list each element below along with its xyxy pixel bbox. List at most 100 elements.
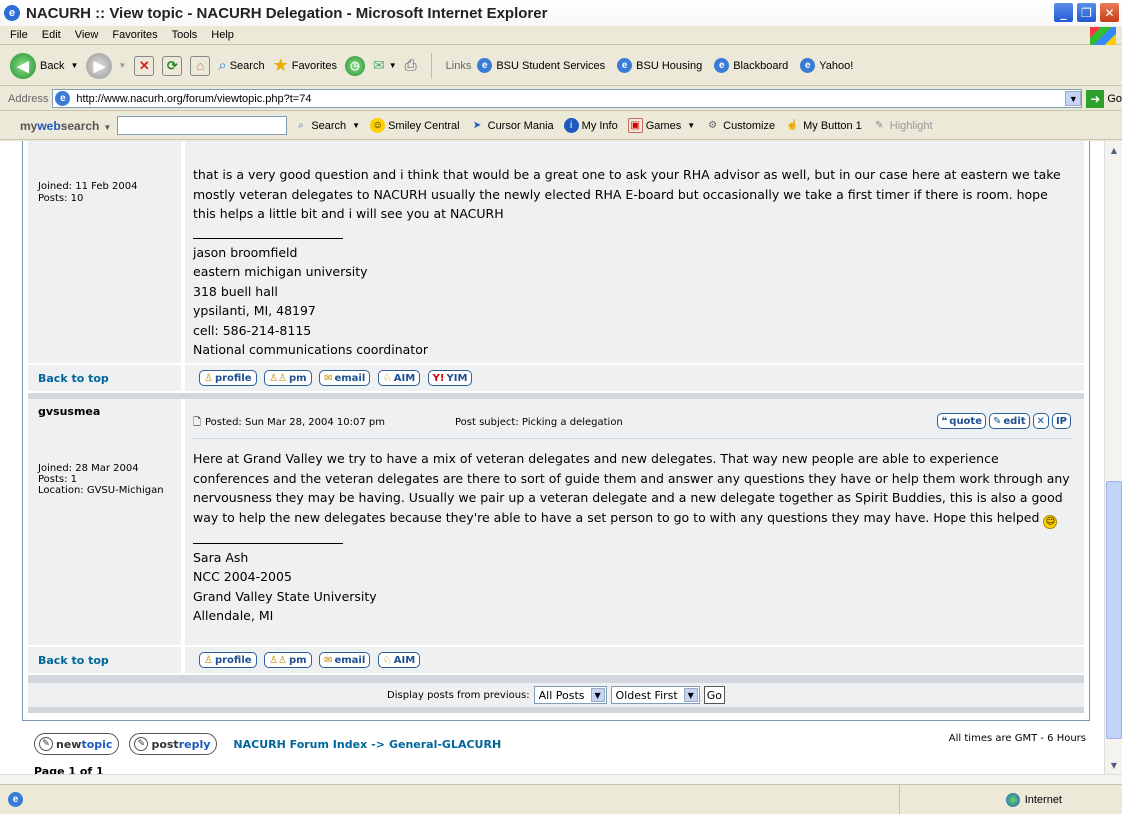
profile-button[interactable]: ♙ profile	[199, 652, 257, 668]
home-button[interactable]: ⌂	[190, 55, 211, 76]
search-button[interactable]: ⌕ Search	[218, 57, 264, 74]
post-count: Posts: 1	[38, 474, 78, 485]
post-author-name: gvsusmea	[38, 405, 101, 418]
scroll-thumb[interactable]	[1106, 481, 1122, 739]
pm-button[interactable]: ♙♙ pm	[264, 370, 312, 386]
post-subject: Post subject: Picking a delegation	[455, 417, 623, 428]
cursor-mania-button[interactable]: ➤ Cursor Mania	[470, 118, 554, 133]
status-bar: e Internet	[0, 784, 1122, 814]
security-zone: Internet	[1005, 792, 1122, 807]
ie-page-icon: e	[55, 91, 71, 106]
topic-actions: ✎ new topic ✎ post reply NACURH Forum Index …	[34, 733, 501, 755]
pm-button[interactable]: ♙♙ pm	[264, 652, 312, 668]
scroll-up-arrow-icon[interactable]: ▲	[1105, 141, 1122, 159]
search-label: Search	[311, 119, 347, 132]
yim-button[interactable]: Y! YIM	[427, 370, 473, 386]
post-body-cell: 🗋 Posted: Sun Mar 28, 2004 10:07 pm Post…	[185, 399, 1084, 645]
forward-arrow-icon: ▶	[86, 52, 113, 79]
forward-button[interactable]: ▶ ▼	[86, 52, 126, 79]
button-label: profile	[214, 654, 252, 666]
select-value: Oldest First	[615, 688, 678, 702]
favorites-button[interactable]: ★ Favorites	[273, 55, 337, 76]
menu-tools[interactable]: Tools	[172, 29, 198, 41]
item-label: Cursor Mania	[487, 119, 554, 132]
zone-label: Internet	[1024, 793, 1062, 806]
row-separator	[28, 675, 1084, 683]
link-label: BSU Housing	[636, 59, 703, 72]
breadcrumb-arrow: ->	[371, 737, 385, 751]
my-button-1[interactable]: ☝ My Button 1	[785, 118, 861, 133]
address-input[interactable]: e http://www.nacurh.org/forum/viewtopic.…	[52, 89, 1083, 108]
link-label: Blackboard	[733, 59, 789, 72]
menu-edit[interactable]: Edit	[42, 29, 61, 41]
ip-button[interactable]: IP	[1051, 413, 1071, 429]
sort-order-select[interactable]: Oldest First ▼	[610, 686, 700, 704]
search-icon: ⌕	[218, 57, 227, 74]
signature-line: 318 buell hall	[193, 283, 278, 299]
maximize-button[interactable]: ❐	[1076, 2, 1097, 23]
aim-icon: ♘	[382, 654, 392, 666]
post-row: Joined: 11 Feb 2004 Posts: 10 that is a …	[28, 141, 1084, 363]
link-yahoo[interactable]: e Yahoo!	[800, 58, 853, 73]
forum-index-link[interactable]: NACURH Forum Index	[233, 738, 367, 751]
post-reply-button[interactable]: ✎ post reply	[129, 733, 218, 755]
close-button[interactable]: ✕	[1099, 2, 1120, 23]
link-bsu-housing[interactable]: e BSU Housing	[617, 58, 702, 73]
back-to-top-link[interactable]: Back to top	[38, 654, 109, 667]
stop-button[interactable]: ✕	[134, 55, 155, 76]
link-label: Yahoo!	[819, 59, 854, 72]
link-bsu-student-services[interactable]: e BSU Student Services	[477, 58, 605, 73]
refresh-button[interactable]: ⟳	[162, 55, 183, 76]
cursor-icon: ➤	[472, 120, 482, 131]
websearch-input[interactable]	[117, 116, 288, 135]
posts-range-select[interactable]: All Posts ▼	[533, 686, 607, 704]
quote-icon: ❝	[941, 415, 948, 427]
menu-file[interactable]: File	[10, 29, 28, 41]
customize-button[interactable]: ⚙ Customize	[705, 118, 775, 133]
quote-button[interactable]: ❝ quote	[937, 413, 986, 429]
vertical-scrollbar[interactable]: ▲ ▼	[1104, 141, 1122, 774]
highlight-button[interactable]: ✎ Highlight	[872, 118, 933, 133]
link-blackboard[interactable]: e Blackboard	[714, 58, 788, 73]
delete-button[interactable]: ✕	[1032, 413, 1049, 429]
post-body: Here at Grand Valley we try to have a mi…	[193, 451, 1070, 525]
email-button[interactable]: ✉ email	[319, 652, 371, 668]
smiley-central-button[interactable]: ☺ Smiley Central	[370, 118, 460, 133]
email-icon: ✉	[324, 372, 333, 384]
menu-favorites[interactable]: Favorites	[112, 29, 157, 41]
email-button[interactable]: ✉ email	[319, 370, 371, 386]
mail-button[interactable]: ✉ ▼	[373, 57, 397, 74]
my-info-button[interactable]: i My Info	[563, 118, 618, 133]
windows-logo-icon	[1090, 27, 1116, 45]
star-icon: ★	[272, 55, 289, 75]
go-button[interactable]: ➜ Go	[1086, 89, 1122, 108]
history-button[interactable]: ◷	[344, 55, 365, 76]
print-button[interactable]: ⎙	[405, 57, 417, 74]
aim-button[interactable]: ♘ AIM	[377, 370, 421, 386]
post-author-cell: Joined: 11 Feb 2004 Posts: 10	[28, 141, 183, 363]
aim-button[interactable]: ♘ AIM	[377, 652, 421, 668]
menu-help[interactable]: Help	[211, 29, 234, 41]
address-dropdown[interactable]: ▼	[1065, 91, 1082, 106]
websearch-search-button[interactable]: ⌕ Search ▼	[293, 118, 360, 133]
display-go-button[interactable]: Go	[703, 686, 725, 704]
back-button[interactable]: ◀ Back ▼	[10, 52, 78, 79]
games-button[interactable]: ▣ Games ▼	[627, 118, 695, 133]
history-icon: ◷	[344, 55, 365, 76]
joined-date: Joined: 11 Feb 2004	[38, 181, 138, 192]
ie-page-icon: e	[8, 792, 23, 807]
go-arrow-icon: ➜	[1086, 89, 1105, 108]
scroll-down-arrow-icon[interactable]: ▼	[1105, 756, 1122, 774]
button-label-part: new	[56, 737, 82, 751]
new-topic-button[interactable]: ✎ new topic	[34, 733, 120, 755]
back-to-top-link[interactable]: Back to top	[38, 372, 109, 385]
profile-button[interactable]: ♙ profile	[199, 370, 257, 386]
search-label: Search	[229, 59, 265, 72]
back-arrow-icon: ◀	[10, 52, 36, 79]
minimize-button[interactable]: _	[1053, 2, 1074, 23]
edit-button[interactable]: ✎ edit	[989, 413, 1030, 429]
info-icon: i	[563, 118, 579, 133]
go-label: Go	[1107, 92, 1122, 105]
menu-view[interactable]: View	[75, 29, 99, 41]
forum-link[interactable]: General-GLACURH	[389, 738, 501, 751]
